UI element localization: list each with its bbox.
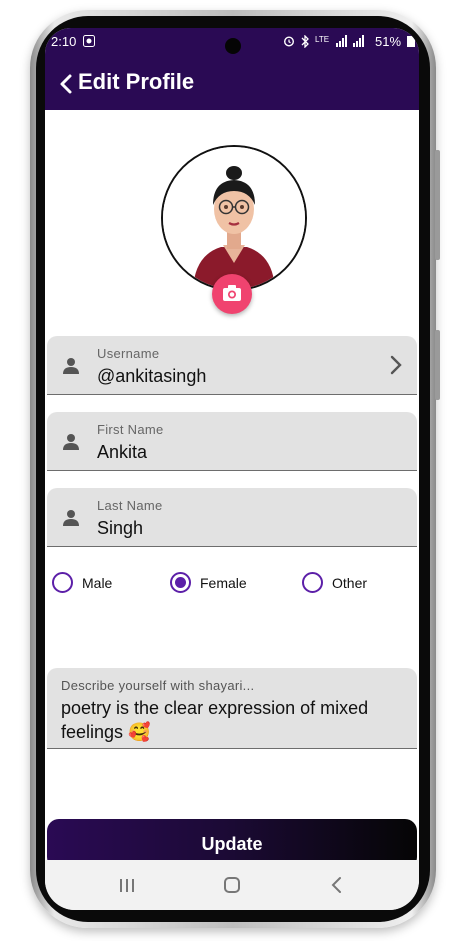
network-label: LTE [315, 35, 330, 44]
status-bar: 2:10 LTE 51% [45, 28, 419, 58]
person-icon [61, 432, 81, 452]
bluetooth-icon [300, 34, 310, 51]
username-value: @ankitasingh [97, 366, 207, 386]
change-photo-camera-icon[interactable] [212, 274, 252, 314]
alarm-icon [283, 35, 295, 50]
radio-selected-dot [175, 577, 186, 588]
last-name-field[interactable]: Last Name Singh [47, 488, 417, 547]
first-name-field[interactable]: First Name Ankita [47, 412, 417, 471]
last-name-value: Singh [97, 518, 144, 538]
edit-profile-form: Username @ankitasingh First Name Ankita … [45, 110, 419, 869]
username-field[interactable]: Username @ankitasingh [47, 336, 417, 395]
radio-circle[interactable] [52, 572, 73, 593]
volume-button [435, 150, 440, 260]
app-screen: 2:10 LTE 51% Edit Profile Username @anki… [45, 28, 419, 910]
home-icon[interactable] [220, 873, 244, 897]
battery-text: 51% [375, 34, 402, 49]
front-camera [225, 38, 241, 54]
person-icon [61, 356, 81, 376]
gender-label-female: Female [200, 575, 247, 591]
radio-circle[interactable] [302, 572, 323, 593]
power-button [435, 330, 440, 400]
notification-icon [83, 35, 95, 50]
status-time: 2:10 [51, 34, 77, 49]
signal-icon [335, 35, 369, 50]
recents-icon[interactable] [115, 873, 139, 897]
username-label: Username [97, 346, 160, 361]
first-name-value: Ankita [97, 442, 148, 462]
profile-avatar [161, 145, 307, 291]
nav-back-icon[interactable] [325, 873, 349, 897]
battery-icon [407, 35, 415, 50]
first-name-label: First Name [97, 422, 164, 437]
gender-label-other: Other [332, 575, 368, 591]
last-name-label: Last Name [97, 498, 163, 513]
person-icon [61, 508, 81, 528]
chevron-right-icon[interactable] [389, 355, 403, 375]
bio-field[interactable]: Describe yourself with shayari... poetry… [47, 668, 417, 749]
page-title: Edit Profile [78, 69, 195, 94]
bio-placeholder: Describe yourself with shayari... [61, 678, 255, 693]
system-nav-bar [45, 860, 419, 910]
app-bar: Edit Profile [45, 58, 419, 110]
gender-label-male: Male [82, 575, 113, 591]
back-arrow-icon[interactable] [55, 72, 79, 96]
radio-circle[interactable] [170, 572, 191, 593]
bio-value: poetry is the clear expression of mixed … [61, 698, 369, 742]
